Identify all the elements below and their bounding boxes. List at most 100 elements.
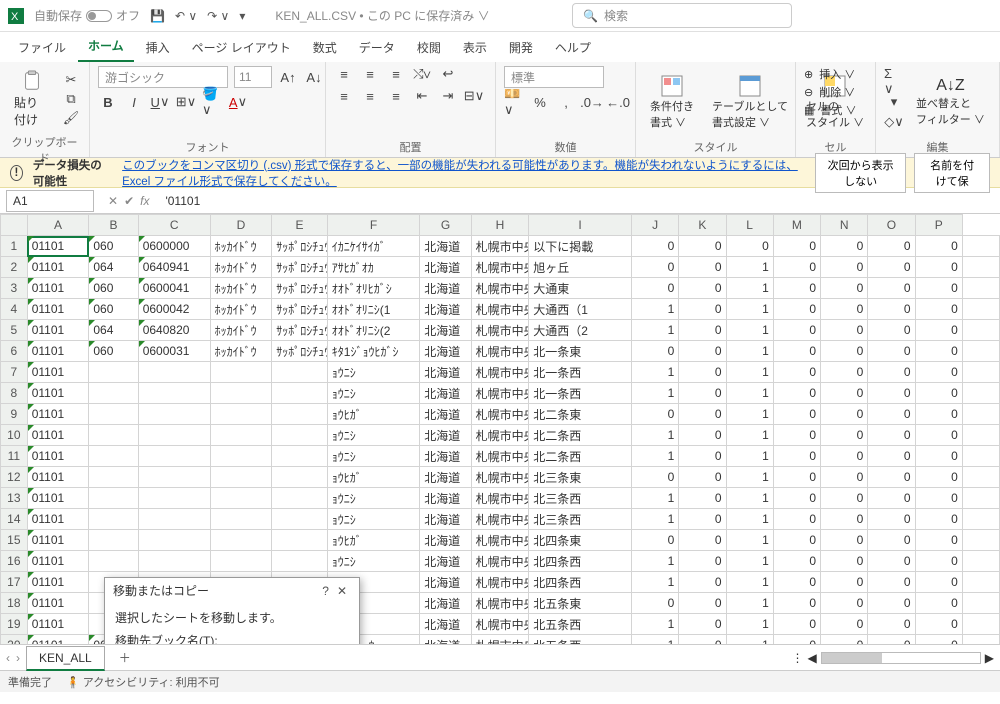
row-header[interactable]: 3	[1, 278, 28, 299]
cell[interactable]	[138, 488, 210, 509]
cell[interactable]: ｻｯﾎﾟﾛｼﾁｭｳｵｳｸ	[272, 278, 328, 299]
cell[interactable]: 札幌市中央区	[471, 383, 529, 404]
cell[interactable]: 0	[915, 362, 962, 383]
worksheet-grid[interactable]: ABCDEFGHIJKLMNOP1011010600600000ﾎｯｶｲﾄﾞｳｻ…	[0, 214, 1000, 644]
document-title[interactable]: KEN_ALL.CSV • この PC に保存済み ∨	[275, 7, 489, 24]
cell[interactable]: 1	[631, 299, 678, 320]
cell[interactable]: 札幌市中央区	[471, 236, 529, 257]
cell[interactable]: 0	[773, 236, 820, 257]
cell[interactable]: 北二条西	[529, 446, 632, 467]
cancel-formula-icon[interactable]: ✕	[108, 194, 118, 208]
cell[interactable]: 0	[773, 572, 820, 593]
cell[interactable]: 0	[631, 257, 678, 278]
cell[interactable]: 064	[89, 257, 138, 278]
formula-input[interactable]: '01101	[157, 194, 1000, 208]
cell[interactable]: 札幌市中央区	[471, 614, 529, 635]
cell[interactable]: 北三条西	[529, 488, 632, 509]
row-header[interactable]: 12	[1, 467, 28, 488]
cell[interactable]: 北三条東	[529, 467, 632, 488]
cell[interactable]: 0	[631, 530, 678, 551]
cell[interactable]: 01101	[27, 551, 89, 572]
font-size-select[interactable]: 11	[234, 66, 272, 88]
cell[interactable]	[89, 509, 138, 530]
cell[interactable]: 0	[868, 635, 915, 645]
cell[interactable]: 1	[631, 362, 678, 383]
increase-decimal-icon[interactable]: .0→	[582, 94, 602, 110]
cell[interactable]: 0	[773, 488, 820, 509]
cell[interactable]: 0	[679, 362, 726, 383]
cell[interactable]	[138, 362, 210, 383]
cell[interactable]: 01101	[27, 572, 89, 593]
ribbon-tab-0[interactable]: ファイル	[8, 33, 76, 62]
cell[interactable]: 0	[679, 320, 726, 341]
row-header[interactable]: 20	[1, 635, 28, 645]
cell[interactable]: 1	[726, 425, 773, 446]
cell[interactable]: 北一条西	[529, 362, 632, 383]
cell[interactable]: 1	[631, 383, 678, 404]
cell[interactable]	[89, 425, 138, 446]
cell[interactable]: 0	[679, 614, 726, 635]
cell[interactable]: 0600042	[138, 299, 210, 320]
cell[interactable]: 1	[726, 404, 773, 425]
cell[interactable]: 0	[821, 236, 868, 257]
cell[interactable]: 1	[726, 572, 773, 593]
cell[interactable]: 大通西（1	[529, 299, 632, 320]
cell[interactable]: 1	[726, 446, 773, 467]
column-header[interactable]: L	[726, 215, 773, 236]
fill-icon[interactable]: ▾	[884, 94, 904, 110]
cell[interactable]: 0	[915, 551, 962, 572]
cell[interactable]: 0	[679, 635, 726, 645]
ribbon-tab-4[interactable]: 数式	[303, 33, 347, 62]
cell[interactable]: 0	[868, 488, 915, 509]
cell[interactable]: 01101	[27, 614, 89, 635]
sort-filter-button[interactable]: A↓Z 並べ替えと フィルター ∨	[910, 75, 991, 129]
save-icon[interactable]: 💾	[150, 9, 165, 23]
cell[interactable]: 1	[631, 572, 678, 593]
cell[interactable]: ｮｳﾋｶﾞ	[327, 530, 420, 551]
cell[interactable]: 0	[915, 446, 962, 467]
cell[interactable]: 北二条西	[529, 425, 632, 446]
cell[interactable]: 札幌市中央区	[471, 593, 529, 614]
column-header[interactable]: J	[631, 215, 678, 236]
cell[interactable]: 0	[868, 509, 915, 530]
cell[interactable]: 1	[631, 509, 678, 530]
cell[interactable]: 0	[868, 530, 915, 551]
column-header[interactable]: O	[868, 215, 915, 236]
cell[interactable]	[210, 425, 272, 446]
cell[interactable]: 01101	[27, 299, 89, 320]
cell[interactable]: 01101	[27, 320, 89, 341]
cell[interactable]: ｮｳﾆｼ	[327, 362, 420, 383]
cell[interactable]: 01101	[27, 383, 89, 404]
ribbon-tab-9[interactable]: ヘルプ	[545, 33, 601, 62]
sheet-tab[interactable]: KEN_ALL	[26, 646, 105, 671]
cell[interactable]: 札幌市中央区	[471, 425, 529, 446]
cell[interactable]: 01101	[27, 404, 89, 425]
cell[interactable]: 01101	[27, 593, 89, 614]
cell[interactable]: 1	[631, 635, 678, 645]
cell[interactable]: 01101	[27, 236, 89, 257]
cell[interactable]: 0	[773, 341, 820, 362]
cell[interactable]: 0	[773, 257, 820, 278]
cell[interactable]	[89, 446, 138, 467]
cell[interactable]	[138, 467, 210, 488]
cell[interactable]: 0	[915, 488, 962, 509]
cell[interactable]	[210, 530, 272, 551]
cell[interactable]: 北海道	[420, 446, 471, 467]
cell[interactable]: ｵｵﾄﾞｵﾘﾆｼ(2	[327, 320, 420, 341]
row-header[interactable]: 18	[1, 593, 28, 614]
row-header[interactable]: 19	[1, 614, 28, 635]
cell[interactable]	[210, 446, 272, 467]
cell[interactable]: 0	[821, 320, 868, 341]
cell[interactable]: ｮｳﾋｶﾞ	[327, 404, 420, 425]
cell[interactable]: 0	[679, 299, 726, 320]
name-box[interactable]: A1	[6, 190, 94, 212]
add-sheet-icon[interactable]: ＋	[111, 647, 139, 668]
cell[interactable]: 北四条東	[529, 530, 632, 551]
cell[interactable]: ｮｳﾆｼ	[327, 509, 420, 530]
cell[interactable]: 北海道	[420, 299, 471, 320]
save-as-button[interactable]: 名前を付けて保	[914, 153, 990, 193]
undo-icon[interactable]: ↶ ∨	[175, 9, 197, 23]
paste-button[interactable]: 貼り付け	[8, 66, 55, 132]
cell[interactable]: 1	[726, 530, 773, 551]
cut-icon[interactable]: ✂	[61, 72, 81, 88]
